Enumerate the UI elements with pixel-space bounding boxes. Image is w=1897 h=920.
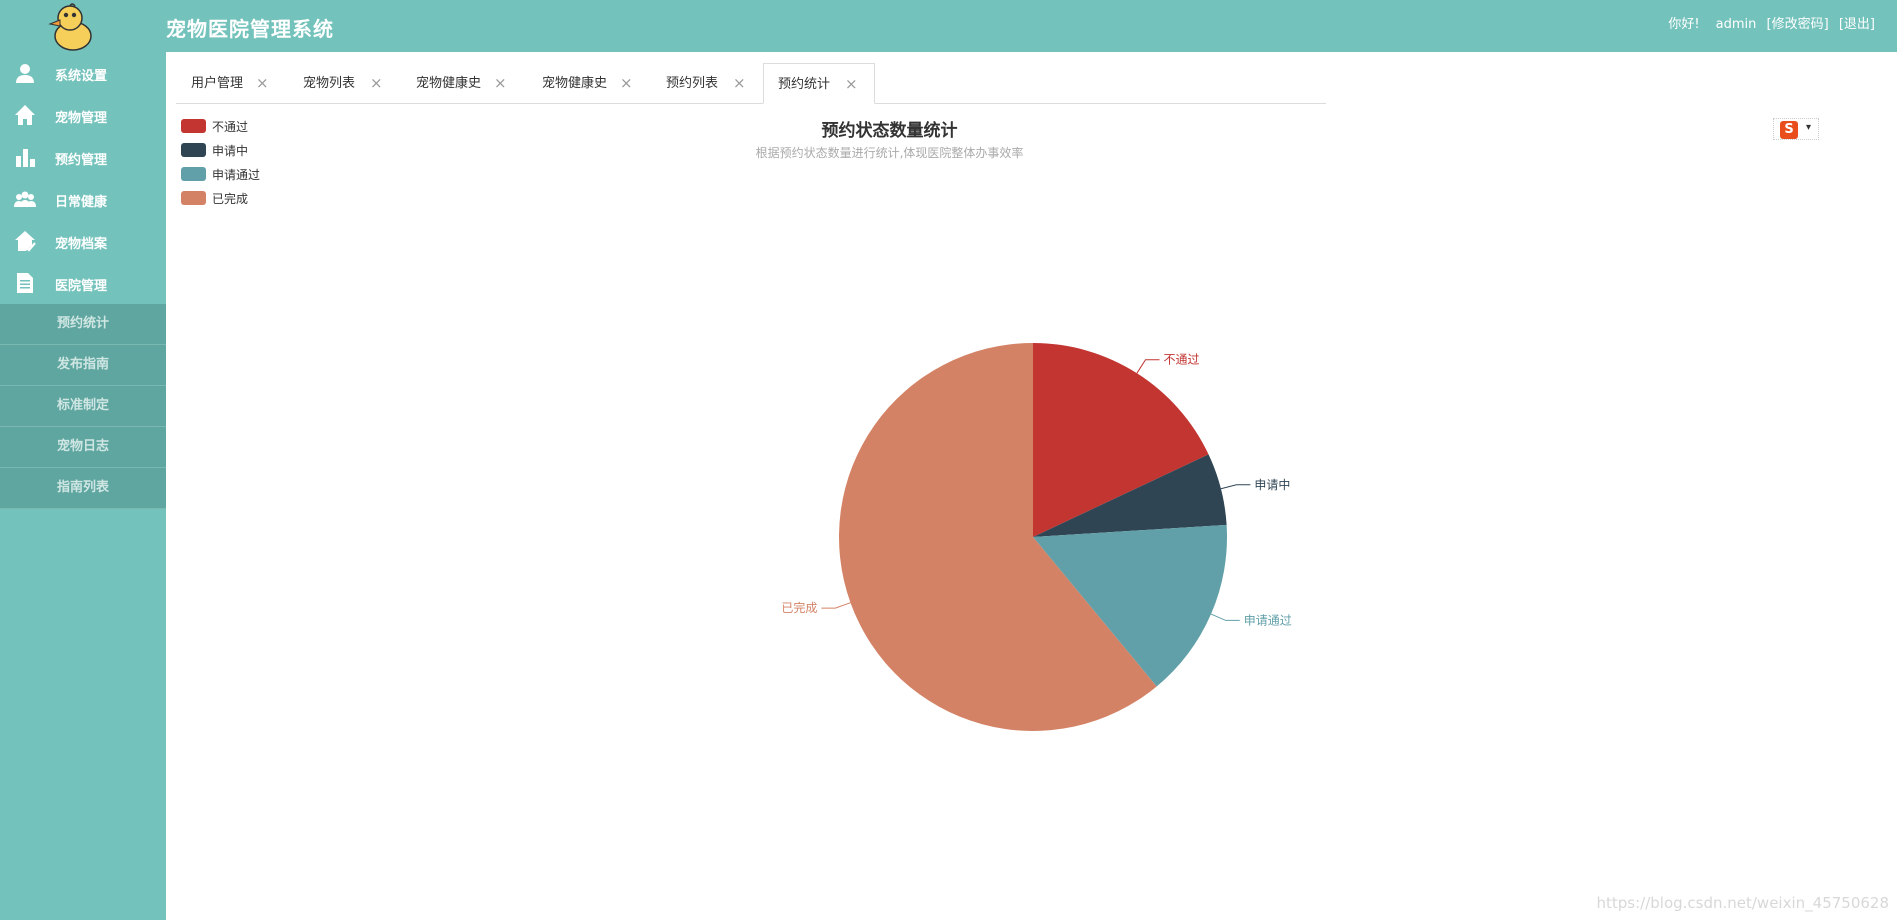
- close-icon[interactable]: ×: [845, 64, 858, 105]
- tab-label: 预约统计: [778, 77, 831, 92]
- sub-item-publish-guide[interactable]: 发布指南: [0, 345, 166, 386]
- system-title: 宠物医院管理系统: [166, 17, 334, 41]
- sub-item-standard-setting[interactable]: 标准制定: [0, 386, 166, 427]
- tab-label: 宠物健康史: [542, 76, 608, 91]
- user-area: 你好! admin [修改密码] [退出]: [1662, 13, 1875, 32]
- sidebar-item-daily-health[interactable]: 日常健康: [0, 178, 166, 220]
- top-header: 宠物医院管理系统 你好! admin [修改密码] [退出]: [0, 0, 1897, 52]
- close-icon[interactable]: ×: [733, 63, 746, 104]
- hospital-sub-menu: 预约统计 发布指南 标准制定 宠物日志 指南列表: [0, 304, 166, 509]
- tab-appointment-list[interactable]: 预约列表 ×: [651, 63, 763, 104]
- chart-area: 预约状态数量统计 根据预约状态数量进行统计,体现医院整体办事效率 不通过 申请中…: [166, 104, 1897, 920]
- tab-bar: 用户管理 × 宠物列表 × 宠物健康史 × 宠物健康史 × 预约列表 × 预约统…: [176, 63, 1326, 104]
- document-icon: [17, 273, 33, 293]
- group-icon: [14, 191, 36, 207]
- sidebar: 系统设置 宠物管理 预约管理 日常健康 宠物档案 医院管理 预约统计 发布指南 …: [0, 52, 166, 920]
- sidebar-item-label: 医院管理: [55, 279, 108, 294]
- close-icon[interactable]: ×: [370, 63, 383, 104]
- pie-label-line: [1220, 484, 1251, 490]
- tab-user-management[interactable]: 用户管理 ×: [176, 63, 288, 104]
- app-window: 宠物医院管理系统 你好! admin [修改密码] [退出] 系统设置 宠物管理…: [0, 0, 1897, 920]
- sub-item-guide-list[interactable]: 指南列表: [0, 468, 166, 509]
- duck-logo-icon: [48, 3, 92, 51]
- pie-label-line: [1136, 359, 1160, 374]
- close-icon[interactable]: ×: [256, 63, 269, 104]
- tab-label: 预约列表: [666, 76, 719, 91]
- logout-link[interactable]: [退出]: [1839, 17, 1875, 32]
- save-image-button[interactable]: S ▾: [1773, 118, 1819, 140]
- tab-label: 宠物列表: [303, 76, 356, 91]
- archive-check-icon: [15, 231, 36, 252]
- pie-chart: 不通过申请中申请通过 已完成: [781, 343, 1292, 732]
- pie-label: 不通过: [1164, 353, 1200, 367]
- tab-pet-health-history[interactable]: 宠物健康史 ×: [401, 63, 527, 104]
- close-icon[interactable]: ×: [494, 63, 507, 104]
- pie-label-line: [821, 602, 851, 609]
- tab-label: 宠物健康史: [416, 76, 482, 91]
- chevron-down-icon: ▾: [1806, 122, 1812, 133]
- user-icon: [16, 64, 34, 83]
- sidebar-item-label: 宠物档案: [55, 237, 108, 252]
- sidebar-item-pet-archive[interactable]: 宠物档案: [0, 220, 166, 262]
- sidebar-item-system-settings[interactable]: 系统设置: [0, 52, 166, 94]
- close-icon[interactable]: ×: [620, 63, 633, 104]
- pie-label: 申请通过: [1244, 613, 1292, 627]
- greeting-text: 你好!: [1668, 17, 1700, 32]
- tab-pet-health-history-2[interactable]: 宠物健康史 ×: [527, 63, 651, 104]
- username-text: admin: [1715, 17, 1757, 32]
- save-image-icon: S: [1780, 121, 1798, 139]
- sidebar-item-label: 系统设置: [55, 69, 108, 84]
- sub-item-appointment-stats[interactable]: 预约统计: [0, 304, 166, 345]
- tab-pet-list[interactable]: 宠物列表 ×: [288, 63, 401, 104]
- pie-label-line: [1210, 613, 1240, 621]
- watermark-text: https://blog.csdn.net/weixin_45750628: [1596, 894, 1889, 912]
- tab-appointment-stats[interactable]: 预约统计 ×: [763, 63, 875, 104]
- pie-label: 已完成: [781, 600, 817, 615]
- sidebar-item-label: 日常健康: [55, 195, 108, 210]
- change-password-link[interactable]: [修改密码]: [1767, 17, 1829, 32]
- tab-label: 用户管理: [191, 76, 244, 91]
- pie-label: 申请中: [1254, 477, 1290, 492]
- sub-item-pet-log[interactable]: 宠物日志: [0, 427, 166, 468]
- sidebar-item-hospital-management[interactable]: 医院管理: [0, 262, 166, 304]
